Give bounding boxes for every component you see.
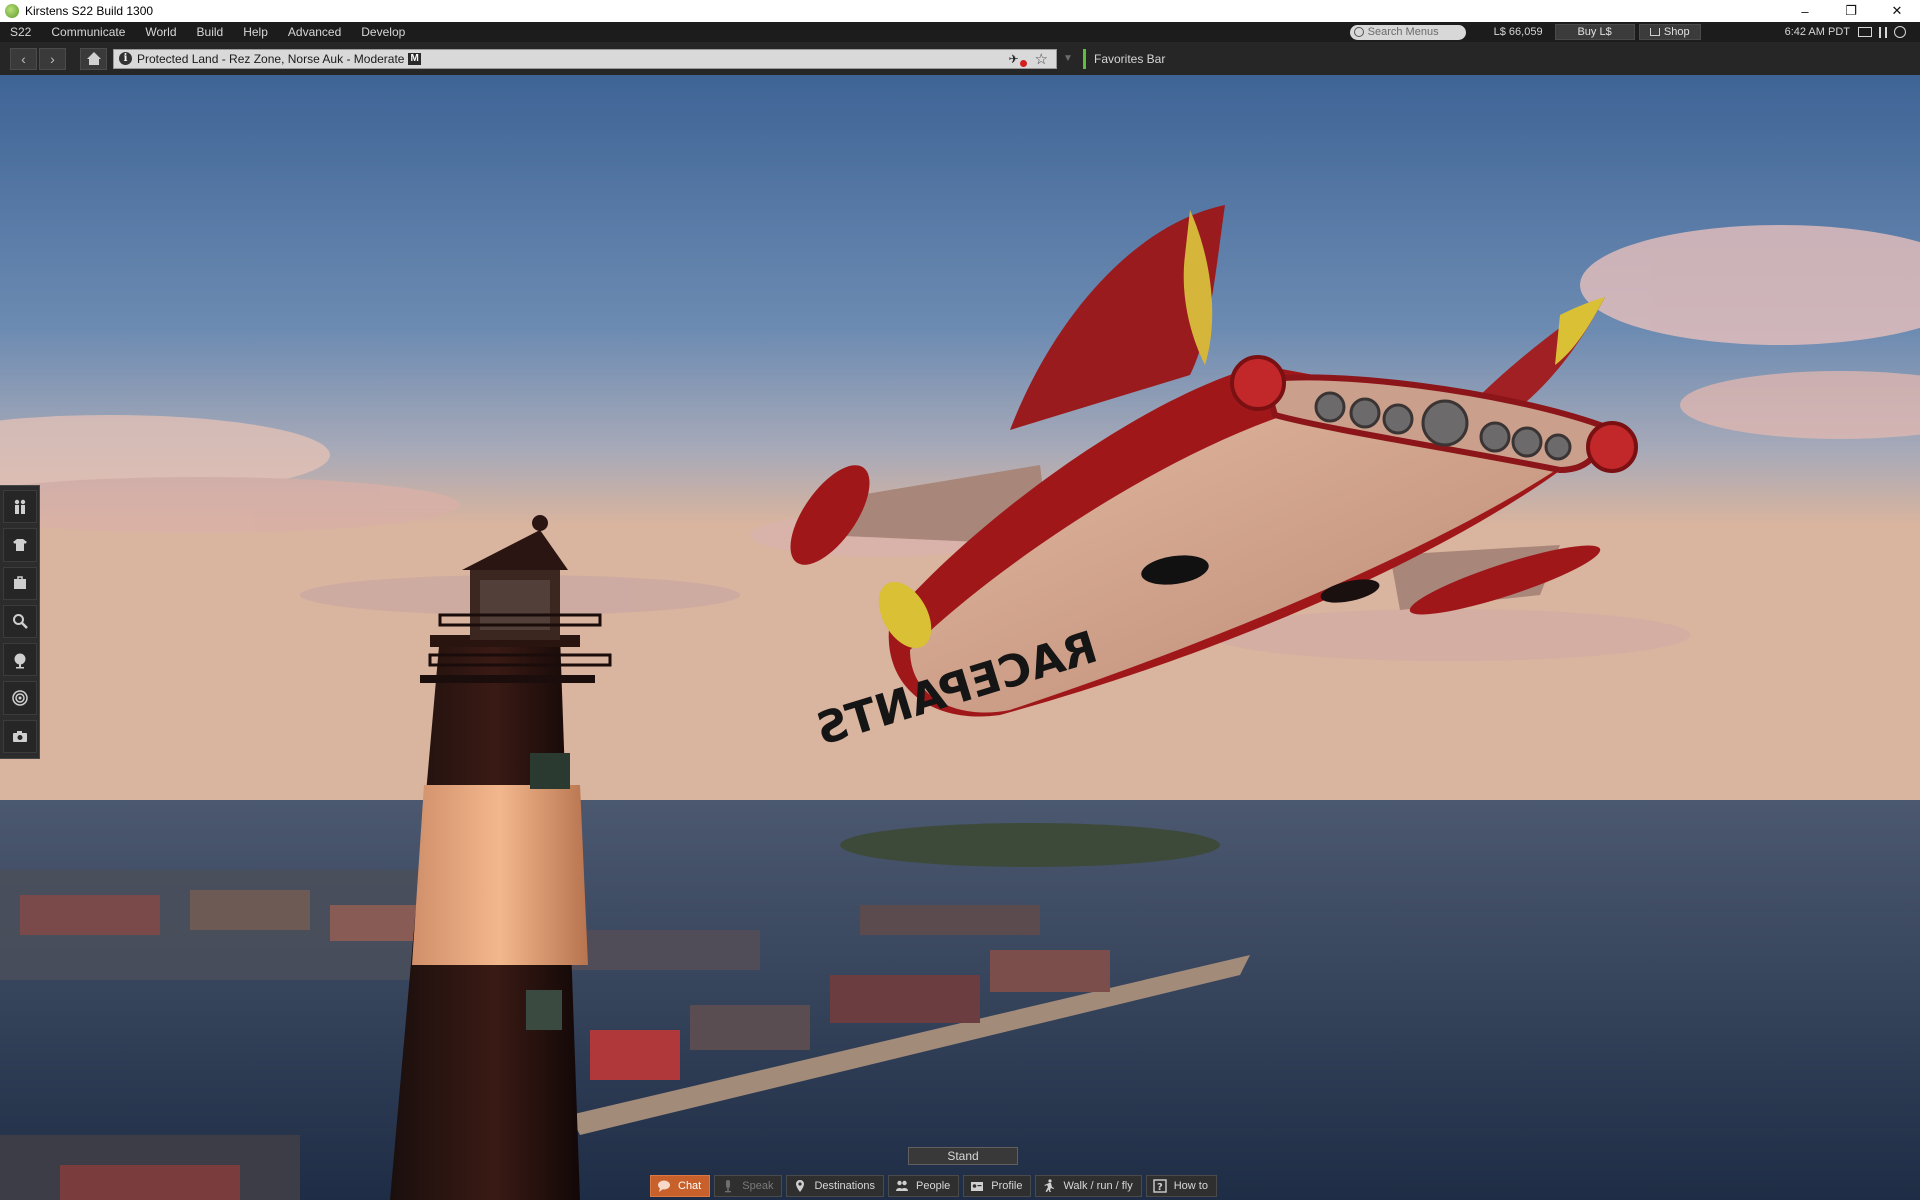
menu-bar: S22 Communicate World Build Help Advance… xyxy=(0,22,1920,42)
distant-island xyxy=(840,823,1220,867)
menu-world[interactable]: World xyxy=(135,22,186,42)
snapshot-button[interactable] xyxy=(2,719,37,753)
viewer-window: Kirstens S22 Build 1300 – ❐ ✕ S22 Commun… xyxy=(0,0,1920,1200)
buy-currency-label: Buy L$ xyxy=(1577,26,1612,38)
stand-button[interactable]: Stand xyxy=(908,1147,1018,1165)
shop-label: Shop xyxy=(1663,26,1690,38)
inventory-icon xyxy=(13,576,26,590)
menu-communicate[interactable]: Communicate xyxy=(41,22,135,42)
search-button[interactable] xyxy=(2,604,37,639)
map-pin-icon xyxy=(793,1179,807,1193)
avatar-icon xyxy=(14,499,25,514)
no-fly-icon: ✈ xyxy=(1009,52,1027,67)
speak-button[interactable]: Speak xyxy=(714,1175,783,1197)
walk-run-fly-button[interactable]: Walk / run / fly xyxy=(1035,1175,1142,1197)
app-logo-icon xyxy=(5,4,19,18)
menu-advanced[interactable]: Advanced xyxy=(278,22,351,42)
menu-develop[interactable]: Develop xyxy=(351,22,415,42)
avatar-button[interactable] xyxy=(2,490,37,524)
destinations-label: Destinations xyxy=(814,1180,875,1192)
chat-label: Chat xyxy=(678,1180,702,1192)
microphone-icon xyxy=(721,1179,735,1193)
menu-build[interactable]: Build xyxy=(187,22,234,42)
walking-figure-icon xyxy=(1042,1179,1056,1193)
cart-icon xyxy=(1649,28,1660,36)
shop-button[interactable]: Shop xyxy=(1638,24,1701,40)
appearance-icon xyxy=(12,538,27,551)
linden-balance[interactable]: L$ 66,059 xyxy=(1494,26,1543,38)
search-icon xyxy=(1353,27,1364,37)
chat-button[interactable]: Chat xyxy=(650,1175,711,1197)
window-title-bar: Kirstens S22 Build 1300 – ❐ ✕ xyxy=(0,0,1920,22)
forward-button[interactable]: › xyxy=(39,47,66,70)
search-menus-input[interactable]: Search Menus xyxy=(1349,24,1466,40)
window-title: Kirstens S22 Build 1300 xyxy=(25,4,154,18)
status-tray xyxy=(1858,26,1906,38)
restore-button[interactable]: ❐ xyxy=(1828,0,1874,22)
back-button[interactable]: ‹ xyxy=(10,47,37,70)
map-icon xyxy=(14,653,25,669)
search-icon xyxy=(12,614,28,630)
profile-label: Profile xyxy=(991,1180,1023,1192)
buy-currency-button[interactable]: Buy L$ xyxy=(1554,24,1635,40)
world-viewport[interactable]: RACEPANTS xyxy=(0,75,1920,1200)
walk-run-fly-label: Walk / run / fly xyxy=(1063,1180,1133,1192)
location-dropdown-icon[interactable]: ▼ xyxy=(1063,53,1077,64)
navigation-bar: ‹ › i Protected Land - Rez Zone, Norse A… xyxy=(0,42,1920,75)
chat-bubble-icon xyxy=(657,1179,671,1193)
speak-label: Speak xyxy=(742,1180,774,1192)
window-controls: – ❐ ✕ xyxy=(1782,0,1920,22)
pause-media-icon[interactable] xyxy=(1879,26,1887,38)
maturity-badge: M xyxy=(408,52,421,65)
monitor-icon[interactable] xyxy=(1858,27,1872,37)
location-field[interactable]: i Protected Land - Rez Zone, Norse Auk -… xyxy=(113,48,1057,69)
radar-button[interactable] xyxy=(2,681,37,715)
close-button[interactable]: ✕ xyxy=(1874,0,1920,22)
people-icon xyxy=(895,1179,909,1193)
appearance-button[interactable] xyxy=(2,528,37,562)
home-icon xyxy=(86,52,101,65)
info-icon[interactable]: i xyxy=(119,52,132,65)
favorite-star-icon[interactable]: ☆ xyxy=(1035,50,1048,68)
how-to-button[interactable]: ? How to xyxy=(1145,1175,1217,1197)
how-to-label: How to xyxy=(1173,1180,1208,1192)
inventory-button[interactable] xyxy=(2,566,37,600)
clock: 6:42 AM PDT xyxy=(1784,26,1850,38)
stand-label: Stand xyxy=(947,1149,979,1163)
home-button[interactable] xyxy=(80,47,107,70)
destinations-button[interactable]: Destinations xyxy=(786,1175,884,1197)
favorites-separator xyxy=(1083,48,1086,69)
profile-card-icon xyxy=(970,1179,984,1193)
favorites-bar-label: Favorites Bar xyxy=(1094,51,1166,66)
bottom-toolbar: Chat Speak Destinations People Profile W… xyxy=(650,1175,1221,1197)
voice-globe-icon[interactable] xyxy=(1894,26,1906,38)
scene-render: RACEPANTS xyxy=(0,75,1920,1200)
svg-text:?: ? xyxy=(1157,1182,1163,1193)
menu-help[interactable]: Help xyxy=(233,22,278,42)
radar-icon xyxy=(11,690,28,706)
menu-s22[interactable]: S22 xyxy=(0,22,41,42)
search-menus-placeholder: Search Menus xyxy=(1367,26,1439,38)
map-button[interactable] xyxy=(2,643,37,677)
help-question-icon: ? xyxy=(1153,1179,1167,1193)
minimize-button[interactable]: – xyxy=(1782,0,1828,22)
left-toolbar xyxy=(0,485,40,759)
location-text: Protected Land - Rez Zone, Norse Auk - M… xyxy=(137,51,405,66)
profile-button[interactable]: Profile xyxy=(963,1175,1032,1197)
people-label: People xyxy=(916,1180,951,1192)
people-button[interactable]: People xyxy=(888,1175,960,1197)
snapshot-icon xyxy=(12,731,27,743)
